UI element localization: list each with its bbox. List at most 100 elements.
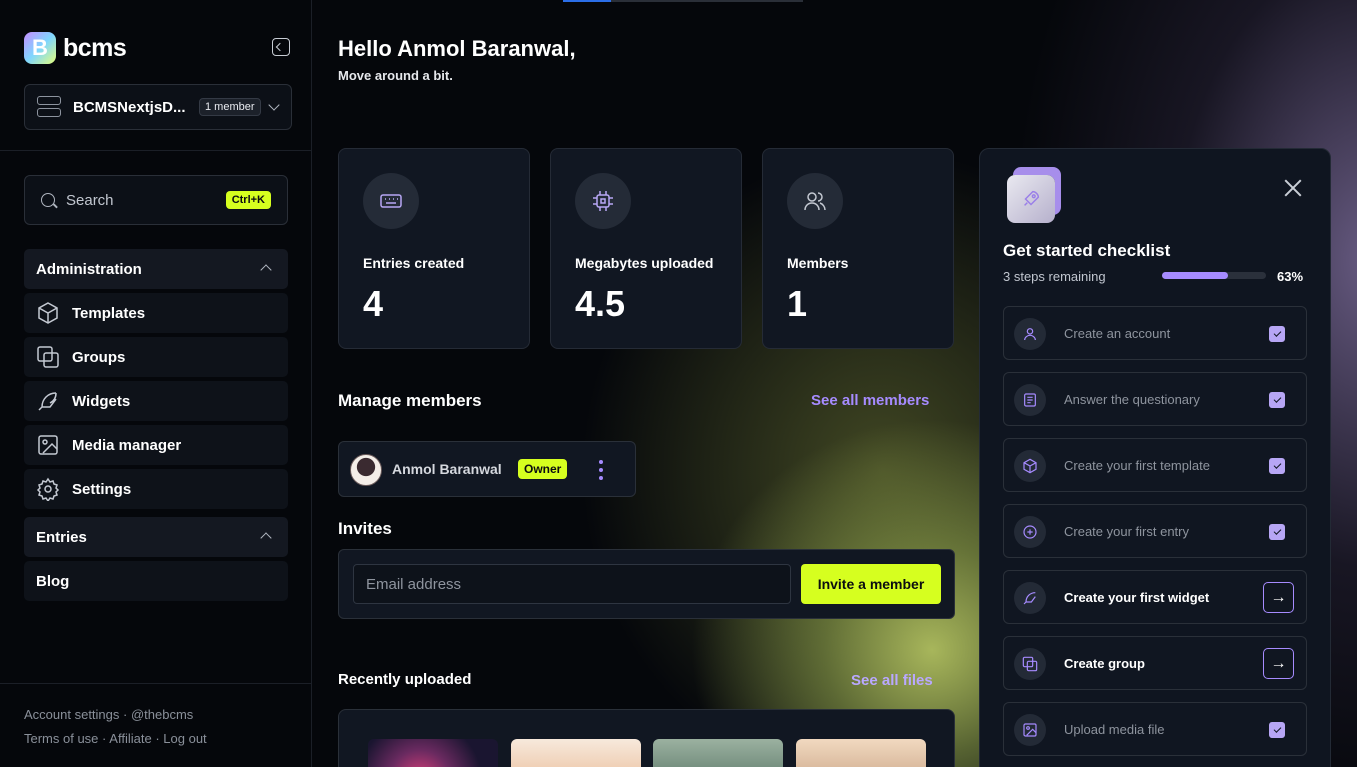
checklist-item-label: Create an account	[1064, 326, 1171, 341]
sidebar-item-label: Templates	[72, 304, 146, 322]
cube-icon	[1014, 450, 1046, 482]
feather-icon	[1014, 582, 1046, 614]
collapse-sidebar-icon[interactable]	[272, 38, 290, 56]
see-all-files-link[interactable]: See all files	[851, 672, 933, 689]
checklist-title: Get started checklist	[1003, 241, 1171, 260]
users-icon	[787, 173, 843, 229]
search-button[interactable]: Search Ctrl+K	[24, 175, 288, 225]
sidebar-item-settings[interactable]: Settings	[24, 469, 288, 509]
keyboard-icon	[363, 173, 419, 229]
invite-form: Invite a member	[338, 549, 955, 619]
checklist-item: Answer the questionary	[1003, 372, 1307, 426]
checklist-item[interactable]: Create group →	[1003, 636, 1307, 690]
chevron-down-icon	[267, 99, 280, 111]
checklist-panel: Get started checklist 3 steps remaining …	[979, 148, 1331, 767]
server-icon	[37, 96, 61, 118]
close-icon[interactable]	[1284, 179, 1302, 197]
checklist-item: Create an account	[1003, 306, 1307, 360]
section-label: Entries	[36, 528, 87, 546]
stat-card-entries: Entries created 4	[338, 148, 530, 349]
stat-value: 1	[787, 283, 808, 324]
arrow-right-icon[interactable]: →	[1263, 582, 1294, 613]
sidebar-footer-divider	[0, 683, 312, 684]
checklist-item-label: Answer the questionary	[1064, 392, 1200, 407]
plus-circle-icon	[1014, 516, 1046, 548]
avatar	[350, 454, 382, 486]
checklist-item: Create your first entry	[1003, 504, 1307, 558]
page-subtitle: Move around a bit.	[338, 68, 453, 83]
invites-title: Invites	[338, 519, 392, 538]
footer-separator: ·	[155, 731, 160, 746]
chevron-up-icon	[260, 264, 272, 276]
file-thumbnail[interactable]	[653, 739, 783, 767]
stat-card-members: Members 1	[762, 148, 954, 349]
invite-member-button[interactable]: Invite a member	[801, 564, 941, 604]
checklist-item-label: Create your first template	[1064, 458, 1210, 473]
sidebar-item-label: Groups	[72, 348, 126, 366]
logout-link[interactable]: Log out	[163, 731, 206, 746]
see-all-members-link[interactable]: See all members	[811, 392, 929, 409]
search-label: Search	[66, 191, 114, 209]
sidebar-item-label: Settings	[72, 480, 132, 498]
checklist-item: Upload media file	[1003, 702, 1307, 756]
stat-label: Members	[787, 255, 849, 271]
sidebar-item-media-manager[interactable]: Media manager	[24, 425, 288, 465]
search-icon	[41, 193, 55, 207]
member-name: Anmol Baranwal	[392, 461, 502, 477]
gear-icon	[36, 477, 60, 501]
section-label: Administration	[36, 260, 142, 278]
checklist-item-label: Create group	[1064, 656, 1145, 671]
logo-mark: B	[24, 32, 56, 64]
checklist-item-label: Create your first widget	[1064, 590, 1210, 605]
form-icon	[1014, 384, 1046, 416]
file-thumbnail[interactable]	[368, 739, 498, 767]
members-badge: 1 member	[199, 98, 261, 116]
terms-link[interactable]: Terms of use	[24, 731, 98, 746]
checked-icon	[1269, 458, 1285, 474]
arrow-right-icon[interactable]: →	[1263, 648, 1294, 679]
file-thumbnail[interactable]	[511, 739, 641, 767]
workspace-selector[interactable]: BCMSNextjsD... 1 member	[24, 84, 292, 130]
cube-icon	[36, 301, 60, 325]
progress-percent: 63%	[1277, 269, 1304, 284]
checked-icon	[1269, 524, 1285, 540]
stat-card-megabytes: Megabytes uploaded 4.5	[550, 148, 742, 349]
checklist-item-label: Create your first entry	[1064, 524, 1189, 539]
sidebar-item-widgets[interactable]: Widgets	[24, 381, 288, 421]
section-administration[interactable]: Administration	[24, 249, 288, 289]
groups-icon	[1014, 648, 1046, 680]
more-options-icon[interactable]	[599, 460, 603, 480]
sidebar-divider	[0, 150, 312, 151]
footer-separator: ·	[102, 731, 107, 746]
recently-uploaded-title: Recently uploaded	[338, 671, 472, 688]
sidebar-item-label: Widgets	[72, 392, 131, 410]
affiliate-link[interactable]: Affiliate	[109, 731, 151, 746]
logo[interactable]: B bcms	[24, 32, 127, 64]
sidebar-item-label: Media manager	[72, 436, 182, 454]
checklist-item-label: Upload media file	[1064, 722, 1165, 737]
checklist-item[interactable]: Create your first widget →	[1003, 570, 1307, 624]
sidebar-item-groups[interactable]: Groups	[24, 337, 288, 377]
image-icon	[36, 433, 60, 457]
file-thumbnail[interactable]	[796, 739, 926, 767]
sidebar-footer-row-2: Terms of use · Affiliate · Log out	[24, 731, 207, 746]
member-row: Anmol Baranwal Owner	[338, 441, 636, 497]
email-field[interactable]	[353, 564, 791, 604]
handle-link[interactable]: @thebcms	[131, 707, 193, 722]
section-entries[interactable]: Entries	[24, 517, 288, 557]
sidebar-item-blog[interactable]: Blog	[24, 561, 288, 601]
stat-value: 4	[363, 283, 384, 324]
footer-separator: ·	[123, 707, 128, 722]
rocket-icon	[1007, 175, 1055, 223]
steps-remaining: 3 steps remaining	[1003, 269, 1106, 284]
sidebar: B bcms BCMSNextjsD... 1 member Search Ct…	[0, 0, 312, 767]
progress-fill	[1162, 272, 1228, 279]
stat-value: 4.5	[575, 283, 626, 324]
checked-icon	[1269, 392, 1285, 408]
account-settings-link[interactable]: Account settings	[24, 707, 119, 722]
manage-members-title: Manage members	[338, 391, 482, 410]
sidebar-item-templates[interactable]: Templates	[24, 293, 288, 333]
sidebar-footer-row-1: Account settings · @thebcms	[24, 707, 193, 722]
chip-icon	[575, 173, 631, 229]
top-progress-line	[563, 0, 803, 2]
